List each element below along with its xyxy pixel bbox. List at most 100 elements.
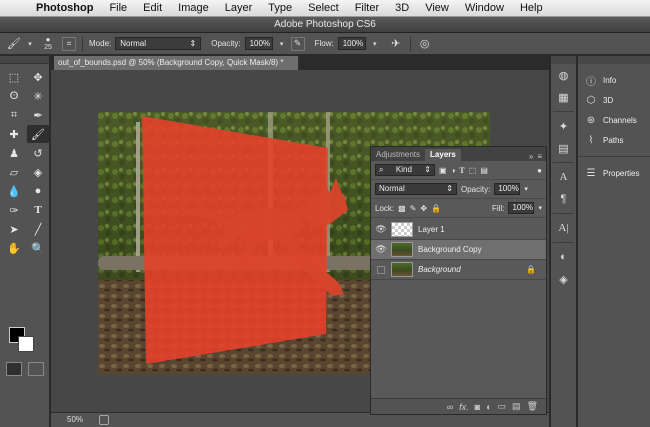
zoom-tool-icon[interactable]: 🔍 (27, 239, 49, 257)
visibility-toggle[interactable] (377, 265, 385, 274)
history-brush-icon[interactable]: ↺ (27, 144, 49, 162)
marquee-tool-icon[interactable]: ⬚ (3, 68, 25, 86)
menu-file[interactable]: File (101, 2, 135, 14)
tab-layers[interactable]: Layers (425, 149, 461, 161)
menu-filter[interactable]: Filter (347, 2, 387, 14)
fill-input[interactable]: 100% (508, 202, 535, 214)
airbrush-icon[interactable]: ✈ (388, 36, 404, 52)
eye-icon[interactable]: 👁 (371, 244, 391, 255)
menu-app-name[interactable]: Photoshop (30, 2, 101, 14)
pressure-size-icon[interactable]: ◎ (417, 36, 433, 52)
layers-panel-icon[interactable]: ◈ (551, 268, 576, 290)
dock-item-channels[interactable]: ⊛ Channels (578, 110, 650, 130)
styles-panel-icon[interactable]: ✦ (551, 115, 576, 137)
color-panel-icon[interactable]: ◍ (551, 64, 576, 86)
menu-image[interactable]: Image (170, 2, 217, 14)
dodge-tool-icon[interactable]: ● (27, 182, 49, 200)
paint-bucket-icon[interactable]: ◈ (27, 163, 49, 181)
lock-position-icon[interactable]: ✥ (420, 204, 427, 213)
menu-window[interactable]: Window (457, 2, 512, 14)
character-panel-icon[interactable]: A (551, 166, 576, 188)
status-info-icon[interactable] (99, 415, 109, 425)
filter-toggle-icon[interactable]: ● (537, 166, 542, 175)
glyph-panel-icon[interactable]: A| (551, 217, 576, 239)
trash-icon[interactable]: 🗑 (527, 401, 538, 412)
filter-smart-icon[interactable]: ▤ (480, 166, 488, 175)
eraser-icon[interactable]: ▱ (3, 163, 25, 181)
path-select-icon[interactable]: ➤ (3, 220, 25, 238)
adjustment-layer-icon[interactable]: ◐ (486, 402, 491, 412)
menu-select[interactable]: Select (300, 2, 347, 14)
magic-wand-icon[interactable]: ✳ (27, 87, 49, 105)
crop-tool-icon[interactable]: ⌗ (3, 106, 25, 124)
chevron-down-icon[interactable]: ▾ (538, 204, 542, 212)
chevron-down-icon[interactable]: ▾ (26, 36, 34, 52)
add-mask-icon[interactable]: ◙ (475, 402, 480, 412)
panel-grip[interactable] (578, 56, 650, 64)
clone-stamp-icon[interactable]: ♟ (3, 144, 25, 162)
layer-opacity-input[interactable]: 100% (494, 183, 521, 195)
brush-preset-icon[interactable]: ● 25 (38, 35, 58, 52)
opacity-dropdown-icon[interactable]: ▾ (277, 36, 287, 52)
new-group-icon[interactable]: ▭ (498, 401, 507, 412)
screen-mode-icon[interactable] (28, 362, 44, 376)
menu-3d[interactable]: 3D (387, 2, 417, 14)
panel-menu-icon[interactable]: ≡ (537, 152, 542, 161)
menu-type[interactable]: Type (260, 2, 300, 14)
lock-all-icon[interactable]: 🔒 (431, 204, 441, 213)
lock-transparent-icon[interactable]: ▩ (398, 204, 406, 213)
move-tool-icon[interactable]: ✥ (27, 68, 49, 86)
fx-icon[interactable]: fx. (459, 402, 469, 412)
adjustments-panel-icon[interactable]: ◐ (551, 246, 576, 268)
dock-item-3d[interactable]: ⬡ 3D (578, 90, 650, 110)
paragraph-panel-icon[interactable]: ¶ (551, 188, 576, 210)
quick-mask-icon[interactable] (6, 362, 22, 376)
line-tool-icon[interactable]: ╱ (27, 220, 49, 238)
link-layers-icon[interactable]: ∞ (447, 402, 453, 412)
menu-edit[interactable]: Edit (135, 2, 170, 14)
panel-grip[interactable] (551, 56, 576, 64)
pen-tool-icon[interactable]: ✑ (3, 201, 25, 219)
history-panel-icon[interactable]: ▤ (551, 137, 576, 159)
document-tab[interactable]: out_of_bounds.psd @ 50% (Background Copy… (54, 56, 299, 70)
dock-item-paths[interactable]: ⌇ Paths (578, 130, 650, 150)
swatches-panel-icon[interactable]: ▦ (551, 86, 576, 108)
eye-icon[interactable]: 👁 (371, 224, 391, 235)
dock-item-properties[interactable]: ☰ Properties (578, 163, 650, 183)
pressure-opacity-icon[interactable]: ✎ (290, 36, 305, 51)
tab-adjustments[interactable]: Adjustments (371, 149, 425, 161)
filter-type-icon[interactable]: T (459, 166, 464, 175)
lock-pixels-icon[interactable]: ✎ (410, 204, 417, 213)
opacity-input[interactable]: 100% (244, 37, 273, 50)
zoom-level[interactable]: 50% (67, 413, 83, 427)
flow-dropdown-icon[interactable]: ▾ (370, 36, 380, 52)
eyedropper-icon[interactable]: ✒ (27, 106, 49, 124)
layer-row-layer-1[interactable]: 👁 Layer 1 (371, 220, 546, 240)
menu-help[interactable]: Help (512, 2, 551, 14)
menu-layer[interactable]: Layer (217, 2, 261, 14)
blend-mode-select[interactable]: Normal ⇕ (375, 183, 457, 195)
chevron-down-icon[interactable]: ▾ (524, 185, 528, 193)
filter-adjustment-icon[interactable]: ◑ (451, 166, 456, 175)
collapse-icon[interactable]: » (529, 152, 533, 161)
mode-select[interactable]: Normal ⇕ (115, 37, 202, 50)
type-tool-icon[interactable]: T (27, 201, 49, 219)
kind-filter-select[interactable]: ⌕ Kind ⇕ (375, 164, 435, 176)
background-color-swatch[interactable] (18, 336, 34, 352)
lasso-tool-icon[interactable]: ʘ (3, 87, 25, 105)
layer-row-background[interactable]: Background 🔒 (371, 260, 546, 280)
layer-row-background-copy[interactable]: 👁 Background Copy (371, 240, 546, 260)
filter-pixel-icon[interactable]: ▣ (439, 166, 447, 175)
dock-item-info[interactable]: ⓘ Info (578, 70, 650, 90)
panel-grip[interactable] (0, 56, 49, 64)
brush-panel-icon[interactable]: ⌗ (62, 36, 76, 51)
brush-tool-icon[interactable]: 🖌 (27, 125, 49, 143)
blur-tool-icon[interactable]: 💧 (3, 182, 25, 200)
new-layer-icon[interactable]: ▤ (512, 401, 521, 412)
brush-tool-icon[interactable]: 🖌 (6, 36, 22, 52)
flow-input[interactable]: 100% (337, 37, 366, 50)
healing-brush-icon[interactable]: ✚ (3, 125, 25, 143)
menu-view[interactable]: View (417, 2, 457, 14)
hand-tool-icon[interactable]: ✋ (3, 239, 25, 257)
filter-shape-icon[interactable]: ⬚ (469, 166, 477, 175)
